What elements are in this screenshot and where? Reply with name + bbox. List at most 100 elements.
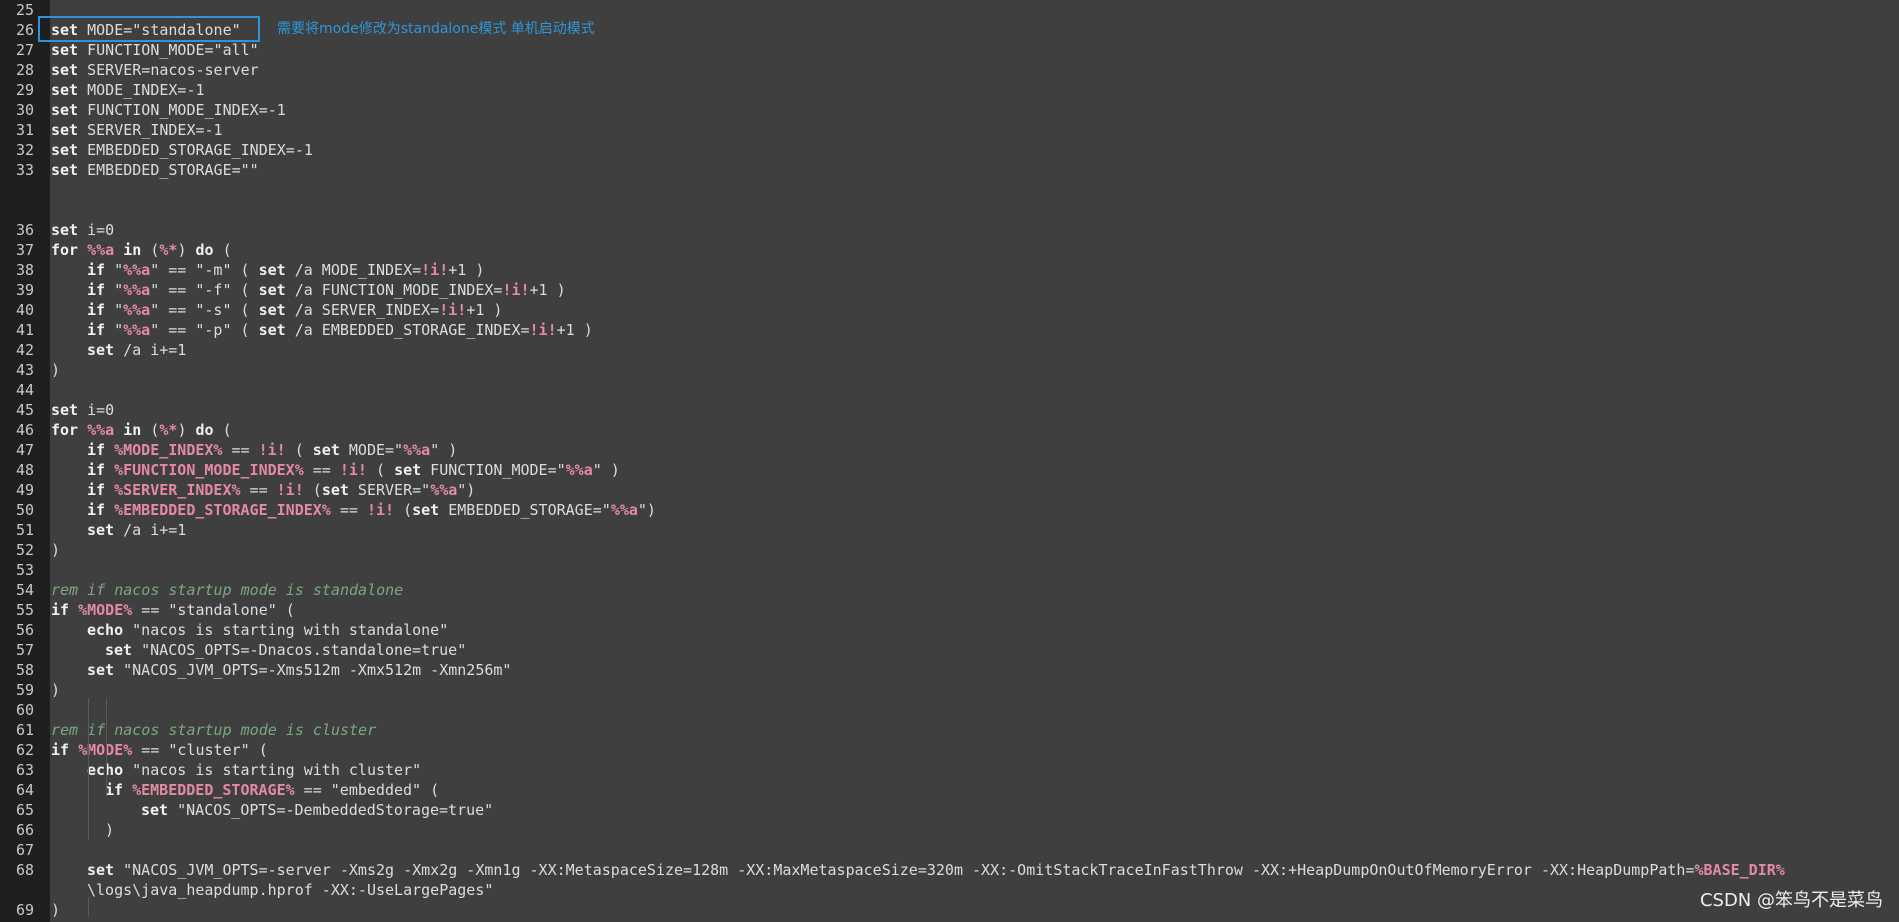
line-number: 31 — [15, 121, 34, 139]
code-line[interactable]: 57 set "NACOS_OPTS=-Dnacos.standalone=tru… — [0, 640, 1899, 660]
code-line[interactable]: 42 set /a i+=1 — [0, 340, 1899, 360]
code-token: " == "-m" ( — [150, 261, 259, 279]
code-token: %* — [159, 241, 178, 259]
line-number: 56 — [15, 621, 34, 639]
code-token: ) — [51, 541, 61, 559]
code-token: if — [87, 441, 106, 459]
code-token: if — [87, 281, 106, 299]
code-line[interactable]: 49 if %SERVER_INDEX% == !i! (set SERVER="… — [0, 480, 1899, 500]
code-line[interactable]: 68 set "NACOS_JVM_OPTS=-server -Xms2g -Xm… — [0, 860, 1899, 880]
code-token: MODE=" — [339, 441, 404, 459]
code-line[interactable]: 59) — [0, 680, 1899, 700]
code-line[interactable]: \logs\java_heapdump.hprof -XX:-UseLargeP… — [0, 880, 1899, 900]
code-line[interactable]: 55 if %MODE% == "standalone" ( — [0, 600, 1899, 620]
code-line[interactable]: 43) — [0, 360, 1899, 380]
code-token: if — [87, 261, 106, 279]
code-line[interactable]: 69) — [0, 900, 1899, 920]
code-token: set — [51, 221, 79, 239]
code-line[interactable]: 29 set MODE_INDEX=-1 — [0, 80, 1899, 100]
code-line[interactable]: 46 for %%a in (%*) do ( — [0, 420, 1899, 440]
code-line[interactable]: 65 set "NACOS_OPTS=-DembeddedStorage=true… — [0, 800, 1899, 820]
code-text: for %%a in (%*) do ( — [51, 240, 232, 260]
code-line[interactable]: 33 set EMBEDDED_STORAGE="" — [0, 160, 1899, 180]
code-token: ( — [285, 441, 313, 459]
code-line[interactable]: 50 if %EMBEDDED_STORAGE_INDEX% == !i! (se… — [0, 500, 1899, 520]
code-token: set — [51, 141, 79, 159]
code-token: " — [105, 281, 124, 299]
code-line[interactable]: 36 set i=0 — [0, 220, 1899, 240]
code-text: set /a i+=1 — [87, 340, 186, 360]
code-line[interactable]: 48 if %FUNCTION_MODE_INDEX% == !i! ( set … — [0, 460, 1899, 480]
code-token: %%a — [123, 321, 151, 339]
code-text: set EMBEDDED_STORAGE="" — [51, 160, 259, 180]
line-number: 36 — [15, 221, 34, 239]
code-token: " — [105, 301, 124, 319]
line-number: 25 — [15, 1, 34, 19]
code-line[interactable]: 51 set /a i+=1 — [0, 520, 1899, 540]
code-token: FUNCTION_MODE="all" — [78, 41, 259, 59]
code-line[interactable]: 60 — [0, 700, 1899, 720]
line-number: 60 — [15, 701, 34, 719]
code-line[interactable]: 67 — [0, 840, 1899, 860]
line-number: 26 — [15, 21, 34, 39]
code-text: ) — [51, 540, 60, 560]
code-line[interactable]: 38 if "%%a" == "-m" ( set /a MODE_INDEX=!… — [0, 260, 1899, 280]
code-line[interactable]: 32 set EMBEDDED_STORAGE_INDEX=-1 — [0, 140, 1899, 160]
code-text: if %SERVER_INDEX% == !i! (set SERVER="%%… — [87, 480, 475, 500]
code-line[interactable]: 40 if "%%a" == "-s" ( set /a SERVER_INDEX… — [0, 300, 1899, 320]
code-token: if — [87, 501, 106, 519]
code-line[interactable]: 25 — [0, 0, 1899, 20]
line-number: 59 — [15, 681, 34, 699]
line-number: 49 — [15, 481, 34, 499]
code-line[interactable]: 45 set i=0 — [0, 400, 1899, 420]
code-token: set — [87, 661, 115, 679]
code-token: do — [195, 241, 214, 259]
line-number: 44 — [15, 381, 34, 399]
code-line[interactable]: 41 if "%%a" == "-p" ( set /a EMBEDDED_STO… — [0, 320, 1899, 340]
code-line[interactable]: 62 if %MODE% == "cluster" ( — [0, 740, 1899, 760]
code-token: %%a — [430, 481, 458, 499]
code-line[interactable]: 64 if %EMBEDDED_STORAGE% == "embedded" ( — [0, 780, 1899, 800]
code-line[interactable]: 39 if "%%a" == "-f" ( set /a FUNCTION_MOD… — [0, 280, 1899, 300]
code-line[interactable]: 58 set "NACOS_JVM_OPTS=-Xms512m -Xmx512m … — [0, 660, 1899, 680]
code-line[interactable]: 66) — [0, 820, 1899, 840]
code-token: ) — [177, 421, 196, 439]
code-line[interactable]: 61 rem if nacos startup mode is cluster — [0, 720, 1899, 740]
code-token: set — [258, 281, 286, 299]
code-line[interactable]: 30 set FUNCTION_MODE_INDEX=-1 — [0, 100, 1899, 120]
code-line[interactable]: 47 if %MODE_INDEX% == !i! ( set MODE="%%a… — [0, 440, 1899, 460]
code-line[interactable]: 27 set FUNCTION_MODE="all" — [0, 40, 1899, 60]
code-token: SERVER_INDEX=-1 — [78, 121, 223, 139]
code-text: set i=0 — [51, 220, 114, 240]
code-line[interactable] — [0, 200, 1899, 220]
code-line[interactable]: 63 echo "nacos is starting with cluster" — [0, 760, 1899, 780]
code-line[interactable]: 52) — [0, 540, 1899, 560]
code-line[interactable]: 44 — [0, 380, 1899, 400]
code-line[interactable]: 28 set SERVER=nacos-server — [0, 60, 1899, 80]
code-line[interactable] — [0, 180, 1899, 200]
code-text: set "NACOS_OPTS=-Dnacos.standalone=true" — [105, 640, 466, 660]
code-token: !i! — [258, 441, 286, 459]
code-token: +1 ) — [556, 321, 593, 339]
code-token: set — [51, 101, 79, 119]
line-number: 28 — [15, 61, 34, 79]
code-line[interactable]: 53 — [0, 560, 1899, 580]
indent-guide — [88, 897, 89, 917]
code-line[interactable]: 31 set SERVER_INDEX=-1 — [0, 120, 1899, 140]
code-text: set /a i+=1 — [87, 520, 186, 540]
code-token: if — [87, 461, 106, 479]
line-number: 67 — [15, 841, 34, 859]
code-token: ") — [457, 481, 476, 499]
line-number: 27 — [15, 41, 34, 59]
code-editor[interactable]: 25 26 set MODE="standalone" 27 set FUNCTION_… — [0, 0, 1899, 922]
code-line[interactable]: 37 for %%a in (%*) do ( — [0, 240, 1899, 260]
code-line[interactable]: 54 rem if nacos startup mode is standalon… — [0, 580, 1899, 600]
code-area[interactable]: 25 26 set MODE="standalone" 27 set FUNCTION_… — [0, 0, 1899, 922]
code-text: if %MODE% == "cluster" ( — [51, 740, 268, 760]
code-line[interactable]: 56 echo "nacos is starting with standalon… — [0, 620, 1899, 640]
code-token: "nacos is starting with cluster" — [123, 761, 422, 779]
